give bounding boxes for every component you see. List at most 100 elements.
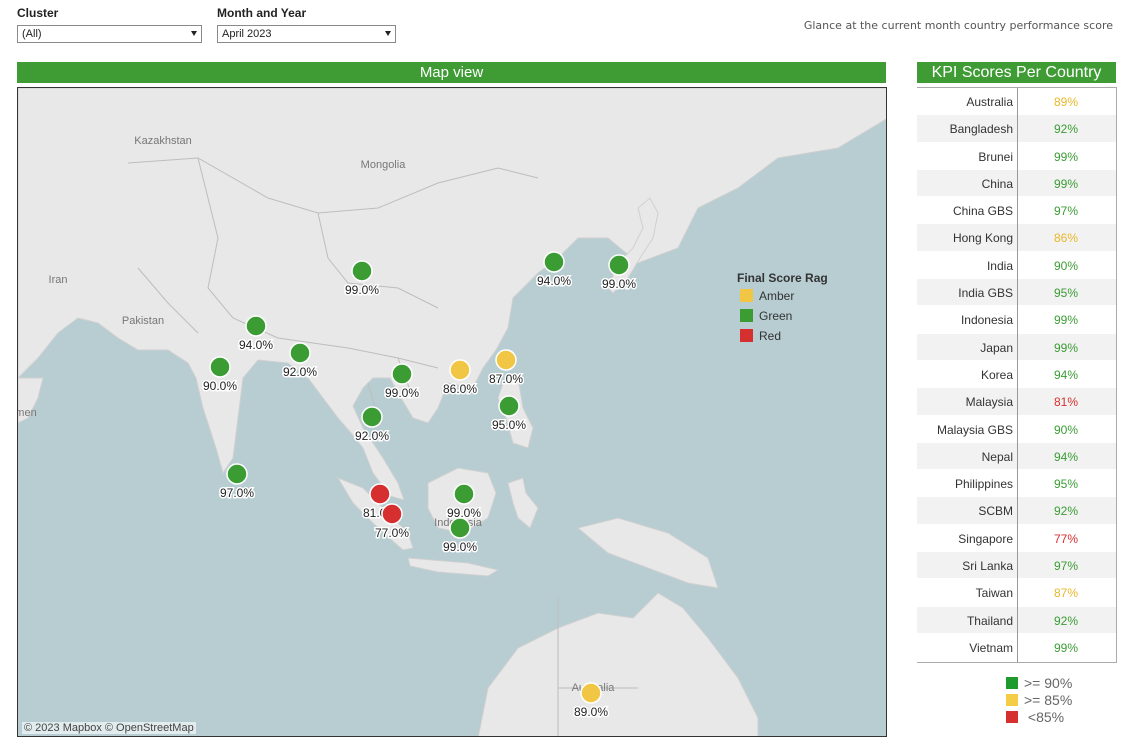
kpi-country-name: India GBS	[958, 286, 1013, 301]
kpi-score-value: 99%	[1054, 149, 1079, 164]
kpi-country-name: Thailand	[966, 613, 1013, 628]
kpi-country-name: Japan	[980, 340, 1013, 355]
newguinea-landmass	[576, 517, 719, 589]
map-marker-label: 90.0%	[203, 379, 237, 393]
map-marker-label: 77.0%	[375, 526, 409, 540]
map-marker-label: 99.0%	[447, 506, 481, 520]
kpi-score-value: 77%	[1054, 531, 1079, 546]
map-marker-green[interactable]	[209, 356, 231, 378]
glance-caption: Glance at the current month country perf…	[803, 19, 1113, 32]
map-marker-green[interactable]	[453, 483, 475, 505]
map-marker-green[interactable]	[351, 260, 373, 282]
map-view[interactable]: KazakhstanMongoliaIranPakistanmenIndones…	[17, 87, 887, 737]
kpi-score-value: 81%	[1054, 395, 1079, 410]
chevron-down-icon	[191, 31, 197, 36]
kpi-country-name: Hong Kong	[952, 231, 1013, 246]
threshold-legend-amber: >= 85%	[1006, 692, 1072, 708]
kpi-country-name: Bangladesh	[949, 122, 1013, 137]
map-marker-amber[interactable]	[580, 682, 602, 704]
cluster-dropdown-value: (All)	[22, 28, 42, 40]
cluster-dropdown[interactable]: (All)	[17, 25, 202, 43]
place-label-yemen: men	[18, 407, 37, 419]
sulawesi-landmass	[507, 477, 539, 529]
map-view-header: Map view	[17, 62, 886, 83]
kpi-country-name: China GBS	[952, 204, 1013, 219]
map-marker-amber[interactable]	[449, 359, 471, 381]
map-marker-red[interactable]	[381, 503, 403, 525]
kpi-score-value: 95%	[1054, 286, 1079, 301]
kpi-country-name: Sri Lanka	[962, 559, 1013, 574]
map-marker-label: 86.0%	[443, 382, 477, 396]
map-canvas: KazakhstanMongoliaIranPakistanmenIndones…	[18, 88, 886, 736]
kpi-score-value: 95%	[1054, 477, 1079, 492]
kpi-score-value: 92%	[1054, 122, 1079, 137]
kpi-score-value: 90%	[1054, 258, 1079, 273]
kpi-country-name: Singapore	[958, 531, 1013, 546]
map-marker-label: 92.0%	[355, 429, 389, 443]
map-marker-green[interactable]	[449, 517, 471, 539]
map-marker-red[interactable]	[369, 483, 391, 505]
map-marker-label: 95.0%	[492, 418, 526, 432]
kpi-score-value: 99%	[1054, 313, 1079, 328]
kpi-score-value: 99%	[1054, 340, 1079, 355]
map-marker-label: 87.0%	[489, 372, 523, 386]
place-label-mongolia: Mongolia	[361, 159, 407, 171]
chevron-down-icon	[385, 31, 391, 36]
kpi-country-name: Australia	[966, 95, 1013, 109]
kpi-header: KPI Scores Per Country	[917, 62, 1116, 83]
map-marker-green[interactable]	[608, 254, 630, 276]
kpi-country-name: Malaysia	[965, 395, 1013, 410]
map-attribution: © 2023 Mapbox © OpenStreetMap	[22, 722, 196, 734]
map-marker-label: 94.0%	[537, 274, 571, 288]
map-marker-green[interactable]	[391, 363, 413, 385]
threshold-legend-green: >= 90%	[1006, 675, 1072, 691]
kpi-country-name: Brunei	[978, 149, 1013, 164]
kpi-score-value: 92%	[1054, 613, 1079, 628]
map-marker-green[interactable]	[226, 463, 248, 485]
rag-legend-amber: Amber	[740, 289, 794, 303]
map-marker-label: 94.0%	[239, 338, 273, 352]
kpi-score-value: 97%	[1054, 204, 1079, 219]
map-marker-green[interactable]	[498, 395, 520, 417]
kpi-country-name: SCBM	[978, 504, 1013, 519]
kpi-country-name: Taiwan	[975, 586, 1013, 601]
kpi-score-value: 99%	[1054, 176, 1079, 191]
kpi-country-name: Indonesia	[960, 313, 1013, 328]
kpi-score-value: 86%	[1054, 231, 1079, 246]
map-marker-green[interactable]	[543, 251, 565, 273]
kpi-score-value: 90%	[1054, 422, 1079, 437]
map-marker-amber[interactable]	[495, 349, 517, 371]
map-marker-label: 99.0%	[345, 283, 379, 297]
australia-landmass	[477, 592, 759, 736]
month-year-dropdown[interactable]: April 2023	[217, 25, 396, 43]
map-marker-green[interactable]	[245, 315, 267, 337]
month-year-filter-label: Month and Year	[217, 6, 307, 20]
rag-legend-red: Red	[740, 329, 781, 343]
kpi-country-name: Nepal	[981, 449, 1013, 464]
rag-legend-green: Green	[740, 309, 792, 323]
map-marker-label: 97.0%	[220, 486, 254, 500]
kpi-country-name: China	[981, 176, 1013, 191]
kpi-score-value: 99%	[1054, 640, 1079, 655]
kpi-score-value: 87%	[1054, 586, 1079, 601]
map-marker-label: 92.0%	[283, 365, 317, 379]
map-marker-green[interactable]	[361, 406, 383, 428]
place-label-iran: Iran	[49, 274, 68, 286]
kpi-country-name: Vietnam	[969, 640, 1013, 655]
cluster-filter-label: Cluster	[17, 6, 59, 20]
map-marker-label: 99.0%	[443, 540, 477, 554]
rag-legend-title: Final Score Rag	[737, 271, 828, 285]
threshold-legend-red: <85%	[1006, 709, 1064, 725]
map-marker-label: 99.0%	[602, 277, 636, 291]
map-marker-label: 89.0%	[574, 705, 608, 719]
kpi-score-value: 92%	[1054, 504, 1079, 519]
kpi-score-value: 89%	[1054, 95, 1079, 109]
kpi-country-name: Malaysia GBS	[936, 422, 1013, 437]
map-marker-green[interactable]	[289, 342, 311, 364]
place-label-kazakhstan: Kazakhstan	[134, 135, 191, 147]
kpi-score-value: 97%	[1054, 559, 1079, 574]
kpi-table: Australia 89% Bangladesh 92% Brunei 99% China 9…	[917, 87, 1117, 663]
place-label-pakistan: Pakistan	[122, 315, 164, 327]
month-year-dropdown-value: April 2023	[222, 28, 272, 40]
kpi-country-name: Philippines	[954, 477, 1013, 492]
